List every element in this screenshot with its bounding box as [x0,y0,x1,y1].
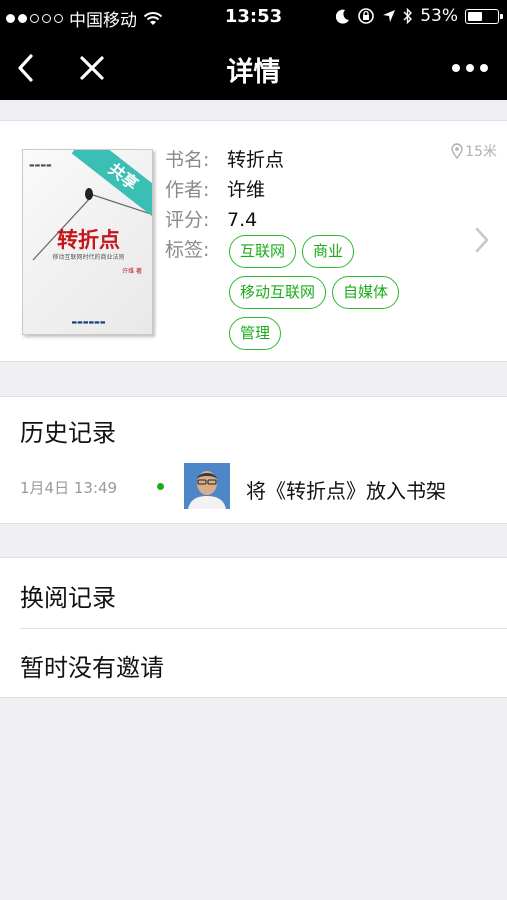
timeline-dot [157,483,164,490]
book-card[interactable]: ▬▬▬▬ 共享 转折点 移动互联网时代的商业法则 许维 著 ▬▬▬▬▬▬ 书名:… [0,120,507,362]
cover-title: 转折点 [57,227,120,252]
battery-percent: 53% [420,6,458,26]
history-entry-action: 将《转折点》放入书架 [246,479,446,503]
tag-chip[interactable]: 管理 [229,317,282,350]
battery-icon [465,8,503,24]
book-cover[interactable]: ▬▬▬▬ 共享 转折点 移动互联网时代的商业法则 许维 著 ▬▬▬▬▬▬ [22,149,153,335]
book-author-label: 作者: [165,179,210,201]
book-tags-label: 标签: [165,239,210,261]
book-title: 转折点 [227,149,285,171]
history-section: 历史记录 1月4日 13:49 将《转折点》放入书架 [0,396,507,524]
history-heading: 历史记录 [20,419,116,447]
status-bar: 中国移动 13:53 53% [0,0,507,34]
tag-chip[interactable]: 移动互联网 [229,276,327,309]
page-title: 详情 [226,57,281,88]
list-divider [20,628,507,629]
book-rating-label: 评分: [165,209,210,231]
tag-chip[interactable]: 互联网 [229,235,297,268]
moon-icon [336,9,350,24]
book-title-label: 书名: [165,149,210,171]
records-list: 换阅记录 暂时没有邀请 [0,557,507,698]
location-arrow-icon [383,10,396,22]
book-author: 许维 [227,179,266,201]
cover-subtitle: 移动互联网时代的商业法则 [52,254,125,261]
tag-chip[interactable]: 自媒体 [332,276,400,309]
tag-list: 互联网 商业 移动互联网 自媒体 管理 [229,235,439,350]
book-rating: 7.4 [227,209,258,231]
location-pin-icon [451,143,463,159]
distance-indicator: 15米 [451,141,497,161]
cover-publisher-logo: ▬▬▬▬▬▬ [71,319,106,326]
navigation-bar: 详情 [0,34,507,100]
distance-label: 15米 [465,144,497,160]
tag-chip[interactable]: 商业 [302,235,355,268]
more-button[interactable] [445,46,495,90]
rotation-lock-icon [358,8,375,24]
cover-author: 许维 著 [122,268,142,275]
chevron-right-icon[interactable] [475,227,489,257]
avatar[interactable] [184,463,230,509]
history-entry-time: 1月4日 13:49 [20,479,118,497]
bluetooth-icon [403,7,413,25]
no-invites-item: 暂时没有邀请 [20,654,164,682]
more-icon [452,64,488,72]
exchange-records-item[interactable]: 换阅记录 [20,578,116,613]
